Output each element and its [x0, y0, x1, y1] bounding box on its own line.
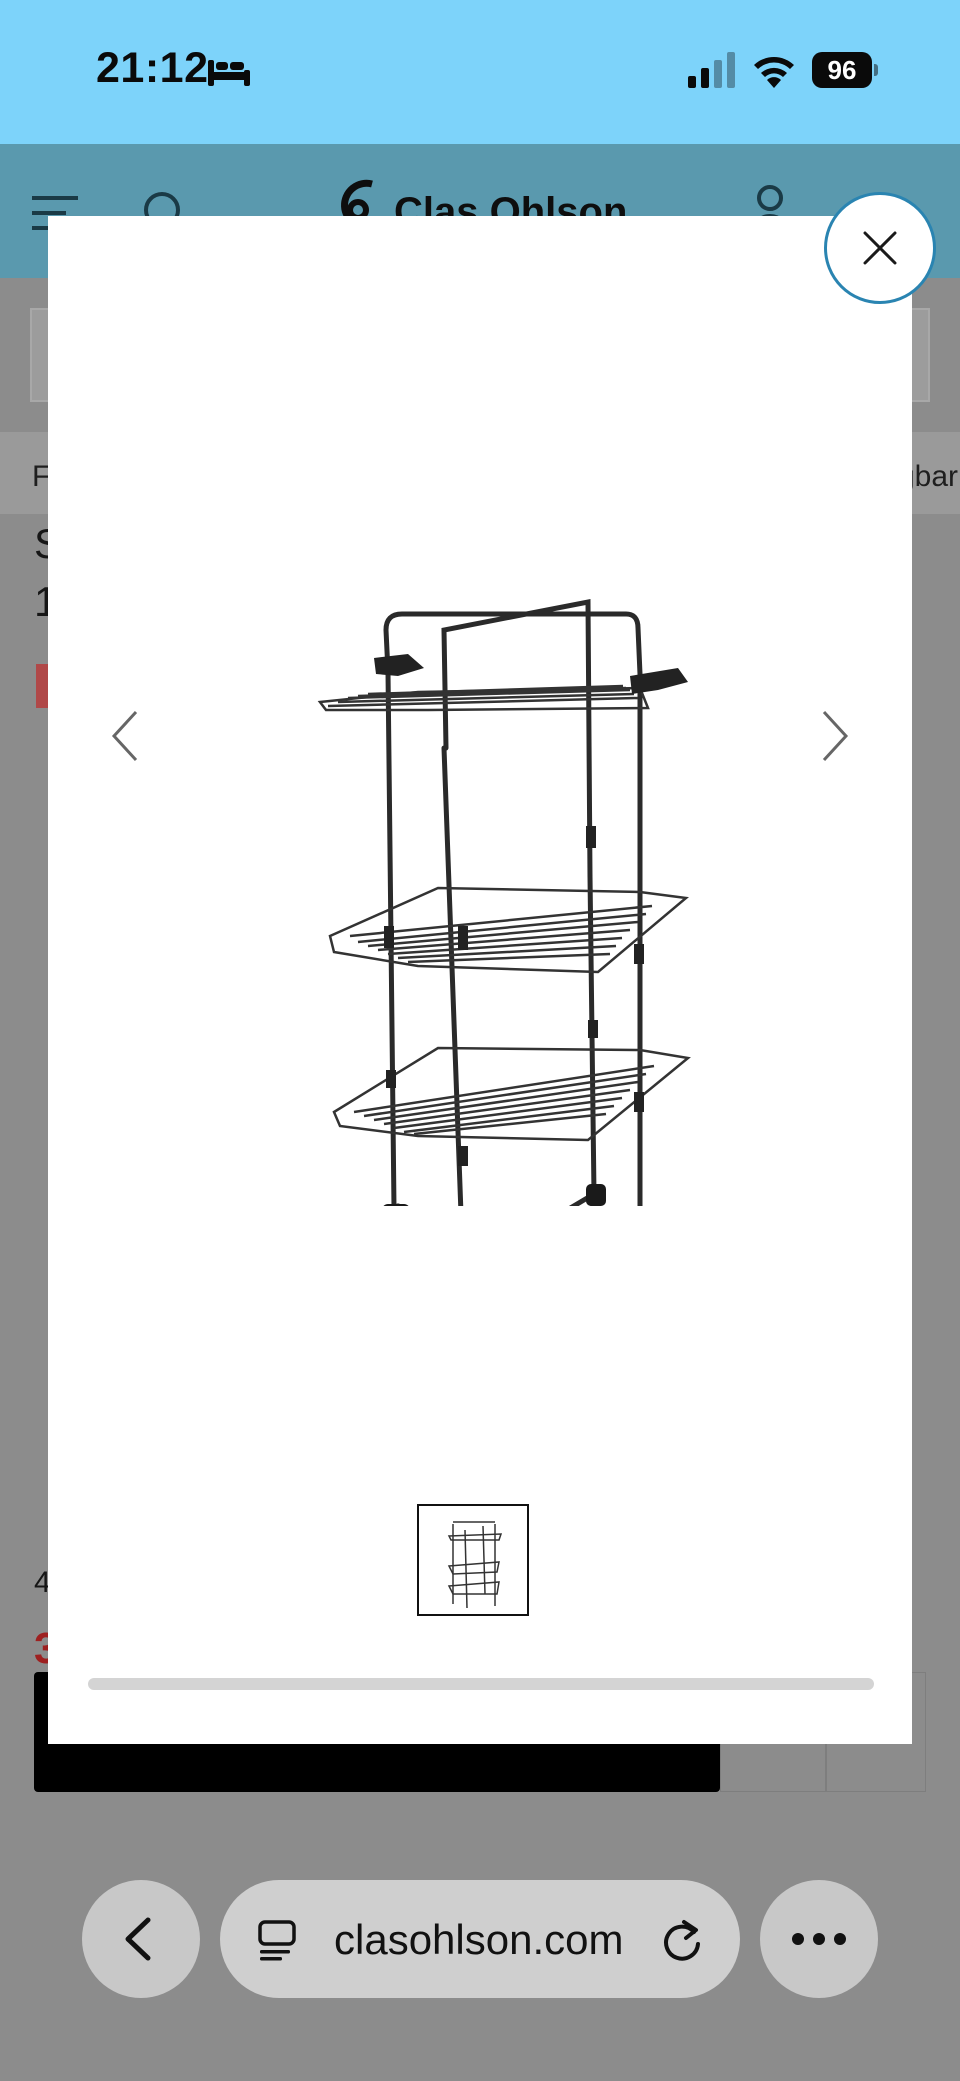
status-bar: 21:12 96: [0, 0, 960, 144]
chevron-right-icon[interactable]: [814, 706, 854, 766]
close-button[interactable]: [824, 192, 936, 304]
signal-icon: [688, 52, 735, 88]
wifi-icon: [754, 57, 794, 88]
image-gallery-modal: [48, 216, 912, 1744]
thumbnail-1[interactable]: [417, 1504, 529, 1616]
status-time: 21:12: [96, 44, 209, 92]
url-text: clasohlson.com: [334, 1916, 624, 1963]
address-bar[interactable]: clasohlson.com: [220, 1880, 740, 1998]
battery-level: 96: [827, 55, 857, 85]
reload-icon[interactable]: [660, 1916, 704, 1962]
chevron-left-icon[interactable]: [106, 706, 146, 766]
bed-icon: [208, 60, 250, 86]
reader-icon[interactable]: [256, 1918, 300, 1962]
product-image: [317, 598, 691, 1206]
close-icon: [863, 231, 897, 265]
battery-icon: 96: [812, 52, 878, 88]
thumbnail-image: [447, 1521, 503, 1608]
thumbnail-scrollbar[interactable]: [88, 1678, 874, 1690]
back-icon: [125, 1917, 151, 1961]
more-button[interactable]: [760, 1880, 878, 1998]
more-icon: [792, 1933, 846, 1945]
back-button[interactable]: [82, 1880, 200, 1998]
